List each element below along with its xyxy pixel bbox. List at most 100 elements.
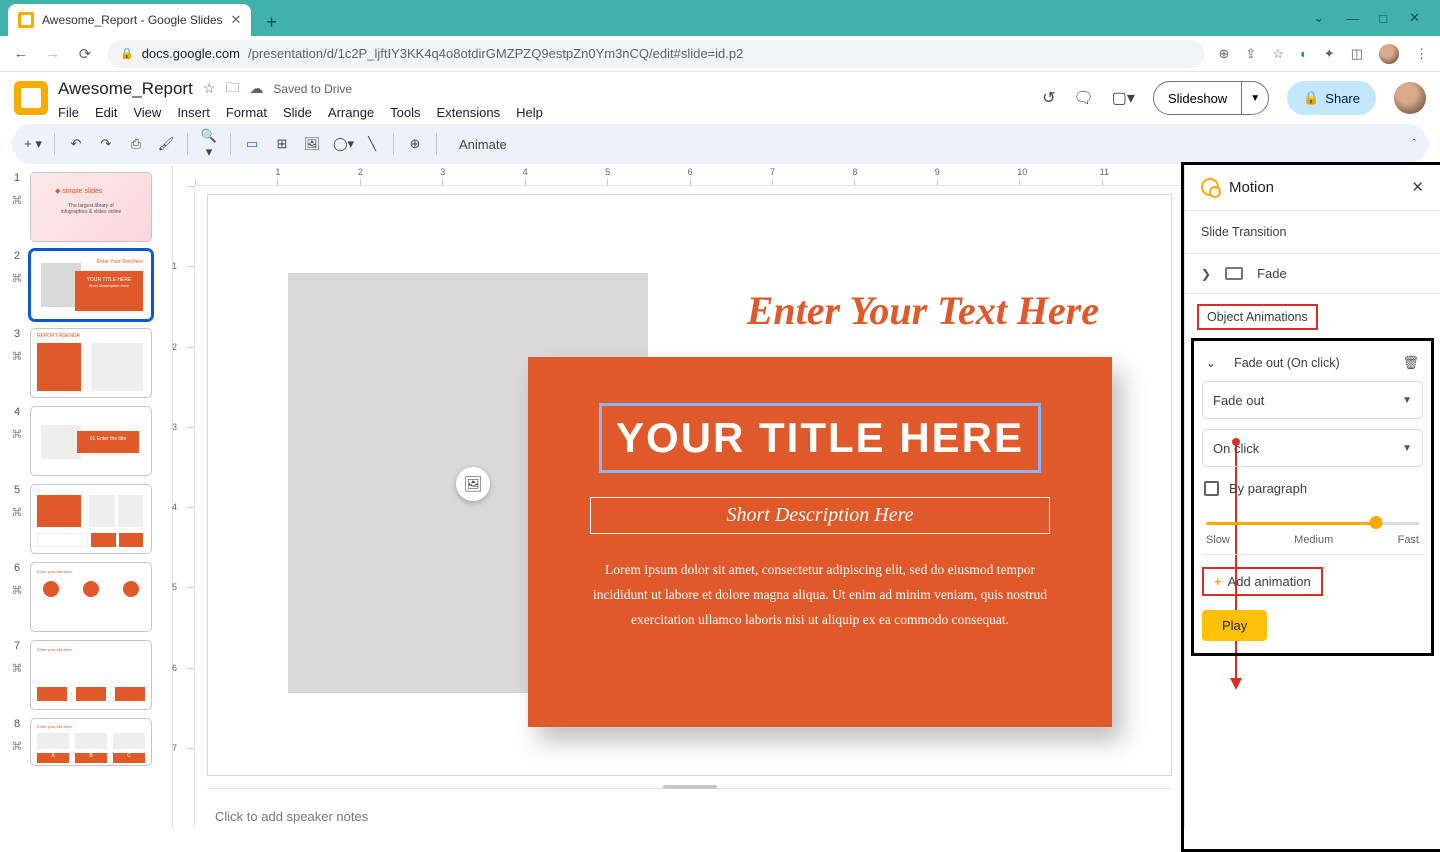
thumbnail-4[interactable]: 01 Enter the title bbox=[30, 406, 152, 476]
delete-animation-icon[interactable]: 🗑 bbox=[1402, 355, 1419, 371]
thumbnail-8[interactable]: Enter your title hereABC bbox=[30, 718, 152, 766]
reload-icon[interactable]: ⟳ bbox=[76, 45, 94, 63]
thumbnail-5[interactable] bbox=[30, 484, 152, 554]
thumbnail-2[interactable]: Enter Your Text HereYOUR TITLE HEREShort… bbox=[30, 250, 152, 320]
thumb-number: 8 bbox=[14, 718, 20, 730]
content-card[interactable]: YOUR TITLE HERE Short Description Here L… bbox=[528, 357, 1112, 727]
speed-medium-label: Medium bbox=[1294, 534, 1333, 546]
thumb-number: 1 bbox=[14, 172, 20, 184]
subtitle-textbox[interactable]: Short Description Here bbox=[590, 497, 1050, 534]
animation-type-select[interactable]: Fade out ▼ bbox=[1202, 381, 1423, 419]
extension-icon-1[interactable]: ◐ bbox=[1300, 46, 1308, 61]
notes-resize-handle[interactable] bbox=[663, 785, 717, 789]
animation-trigger-select[interactable]: On click ▼ bbox=[1202, 429, 1423, 467]
line-icon[interactable]: ╲ bbox=[363, 136, 381, 152]
thumbnail-1[interactable]: ◆ simple slidesThe largest library ofinf… bbox=[30, 172, 152, 242]
close-tab-icon[interactable]: ✕ bbox=[231, 12, 242, 28]
menu-insert[interactable]: Insert bbox=[177, 105, 210, 120]
select-tool-icon[interactable]: ▭ bbox=[243, 136, 261, 152]
transition-row[interactable]: ❯ Fade bbox=[1185, 254, 1440, 293]
menu-view[interactable]: View bbox=[133, 105, 161, 120]
menu-slide[interactable]: Slide bbox=[283, 105, 312, 120]
chevron-right-icon: ❯ bbox=[1201, 267, 1211, 281]
menu-edit[interactable]: Edit bbox=[95, 105, 117, 120]
account-avatar[interactable] bbox=[1394, 82, 1426, 114]
menu-extensions[interactable]: Extensions bbox=[437, 105, 501, 120]
add-animation-button[interactable]: + Add animation bbox=[1202, 567, 1323, 596]
slide-heading[interactable]: Enter Your Text Here bbox=[747, 287, 1099, 334]
history-icon[interactable]: ↺ bbox=[1042, 88, 1055, 108]
back-icon[interactable]: ← bbox=[12, 45, 30, 62]
menu-format[interactable]: Format bbox=[226, 105, 267, 120]
profile-avatar-icon[interactable] bbox=[1379, 44, 1399, 64]
sidepanel-icon[interactable]: ◫ bbox=[1351, 46, 1363, 62]
title-textbox-selected[interactable]: YOUR TITLE HERE bbox=[599, 403, 1041, 473]
comments-icon[interactable]: 🗨 bbox=[1073, 88, 1093, 108]
slide-canvas[interactable]: 🖼 Enter Your Text Here YOUR TITLE HERE S… bbox=[207, 194, 1172, 776]
animation-trigger-value: On click bbox=[1213, 441, 1259, 456]
new-slide-button[interactable]: + ▾ bbox=[24, 136, 42, 152]
slideshow-button[interactable]: Slideshow ▼ bbox=[1153, 81, 1269, 115]
forward-icon[interactable]: → bbox=[44, 45, 62, 62]
menu-tools[interactable]: Tools bbox=[390, 105, 420, 120]
thumbnail-6[interactable]: Enter your title here bbox=[30, 562, 152, 632]
thumbnail-3[interactable]: REPORT AGENDA bbox=[30, 328, 152, 398]
present-dropdown-icon[interactable]: ▢▾ bbox=[1112, 88, 1135, 108]
clip-icon: ⌘ bbox=[12, 428, 23, 441]
redo-icon[interactable]: ↷ bbox=[97, 136, 115, 152]
menu-help[interactable]: Help bbox=[516, 105, 543, 120]
clip-icon: ⌘ bbox=[12, 662, 23, 675]
minimize-icon[interactable]: — bbox=[1346, 11, 1357, 26]
play-button[interactable]: Play bbox=[1202, 610, 1267, 641]
comment-add-icon[interactable]: ⊕ bbox=[406, 136, 424, 152]
share-label: Share bbox=[1325, 91, 1360, 106]
image-icon[interactable]: 🖼 bbox=[303, 136, 321, 152]
by-paragraph-checkbox[interactable] bbox=[1204, 481, 1219, 496]
new-tab-button[interactable]: + bbox=[257, 8, 285, 36]
browser-tab[interactable]: Awesome_Report - Google Slides ✕ bbox=[8, 4, 251, 36]
textbox-icon[interactable]: ⊞ bbox=[273, 136, 291, 152]
animate-button[interactable]: Animate bbox=[449, 133, 517, 156]
insert-image-fab[interactable]: 🖼 bbox=[456, 467, 490, 501]
share-url-icon[interactable]: ⇪ bbox=[1245, 46, 1256, 62]
maximize-icon[interactable]: □ bbox=[1379, 11, 1387, 26]
zoom-tool-icon[interactable]: 🔍▾ bbox=[200, 128, 218, 160]
paint-format-icon[interactable]: 🖌 bbox=[157, 136, 175, 152]
slide-title: YOUR TITLE HERE bbox=[616, 414, 1024, 462]
zoom-icon[interactable]: ⊕ bbox=[1218, 46, 1229, 62]
body-text[interactable]: Lorem ipsum dolor sit amet, consectetur … bbox=[556, 558, 1084, 633]
undo-icon[interactable]: ↶ bbox=[67, 136, 85, 152]
by-paragraph-label: By paragraph bbox=[1229, 481, 1307, 496]
slider-knob[interactable] bbox=[1370, 516, 1383, 529]
slideshow-label: Slideshow bbox=[1154, 82, 1241, 114]
close-window-icon[interactable]: ✕ bbox=[1409, 10, 1420, 26]
chevron-down-icon[interactable]: ⌄ bbox=[1313, 10, 1324, 26]
print-icon[interactable]: ⎙ bbox=[127, 136, 145, 152]
thumbnail-7[interactable]: Enter your title here›› bbox=[30, 640, 152, 710]
animation-summary: Fade out (On click) bbox=[1234, 356, 1340, 370]
menu-file[interactable]: File bbox=[58, 105, 79, 120]
bookmark-icon[interactable]: ☆ bbox=[1272, 46, 1284, 62]
document-title[interactable]: Awesome_Report bbox=[58, 79, 193, 99]
extensions-icon[interactable]: ✦ bbox=[1324, 46, 1335, 62]
app-header: Awesome_Report ☆ 🗀 ☁ Saved to Drive File… bbox=[0, 72, 1440, 120]
url-input[interactable]: 🔒 docs.google.com/presentation/d/1c2P_lj… bbox=[108, 40, 1204, 68]
slides-logo-icon[interactable] bbox=[14, 81, 48, 115]
lock-icon: 🔒 bbox=[120, 47, 134, 60]
share-button[interactable]: 🔒 Share bbox=[1287, 81, 1376, 115]
speed-slider[interactable] bbox=[1206, 514, 1419, 532]
shape-icon[interactable]: ◯▾ bbox=[333, 136, 351, 152]
kebab-menu-icon[interactable]: ⋮ bbox=[1415, 46, 1428, 62]
browser-tab-strip: Awesome_Report - Google Slides ✕ + ⌄ — □… bbox=[0, 0, 1440, 36]
star-icon[interactable]: ☆ bbox=[203, 80, 216, 97]
menu-arrange[interactable]: Arrange bbox=[328, 105, 374, 120]
collapse-toolbar-icon[interactable]: ˆ bbox=[1412, 138, 1416, 150]
slideshow-caret-icon[interactable]: ▼ bbox=[1241, 82, 1268, 114]
speaker-notes[interactable]: Click to add speaker notes bbox=[207, 788, 1172, 828]
cloud-icon[interactable]: ☁ bbox=[249, 80, 263, 97]
caret-icon: ▼ bbox=[1402, 443, 1412, 454]
chevron-down-icon[interactable]: ⌄ bbox=[1206, 356, 1216, 370]
lock-share-icon: 🔒 bbox=[1303, 90, 1319, 106]
move-icon[interactable]: 🗀 bbox=[225, 77, 239, 101]
close-panel-icon[interactable]: ✕ bbox=[1411, 178, 1424, 196]
